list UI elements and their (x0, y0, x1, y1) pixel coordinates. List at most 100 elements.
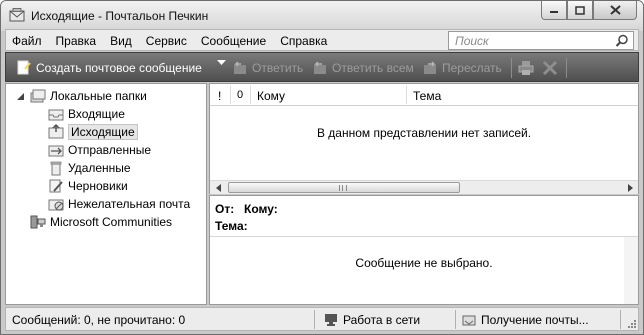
maximize-icon (575, 5, 585, 15)
column-attachment[interactable]: 0 (237, 89, 243, 101)
mail-app-icon (9, 8, 25, 22)
folder-communities[interactable]: Microsoft Communities (30, 213, 172, 231)
create-message-button[interactable]: Создать почтовое сообщение (16, 60, 202, 76)
menu-view[interactable]: Вид (110, 34, 132, 48)
folder-deleted[interactable]: Удаленные (48, 159, 131, 177)
scrollbar-grip (339, 185, 347, 191)
delete-button[interactable] (542, 60, 562, 76)
toolbar-separator (511, 58, 512, 78)
folder-label: Входящие (68, 107, 125, 121)
status-bar: Сообщений: 0, не прочитано: 0 Работа в с… (5, 307, 639, 331)
connection-status[interactable]: Работа в сети (324, 313, 420, 327)
forward-button[interactable]: Переслать (422, 60, 502, 76)
column-priority[interactable]: ! (218, 89, 221, 103)
menu-edit[interactable]: Правка (56, 34, 97, 48)
menu-bar: Файл Правка Вид Сервис Сообщение Справка… (5, 29, 639, 51)
new-message-icon (17, 60, 31, 75)
scroll-right-button[interactable] (622, 181, 638, 194)
message-count: Сообщений: 0, не прочитано: 0 (12, 313, 186, 327)
from-label: От: (215, 202, 235, 216)
maximize-button[interactable] (567, 1, 593, 20)
reply-icon (234, 61, 246, 74)
collapse-icon[interactable] (16, 92, 25, 101)
print-button[interactable] (518, 60, 538, 76)
printer-icon (518, 61, 534, 75)
sent-icon (48, 145, 64, 157)
minimize-button[interactable] (541, 1, 567, 20)
list-header: ! 0 Кому Тема (210, 84, 638, 106)
minimize-icon (550, 11, 558, 13)
folder-label: Черновики (68, 179, 128, 193)
chevron-right-icon (627, 183, 633, 192)
folder-label: Нежелательная почта (68, 197, 191, 211)
folder-outbox[interactable]: Исходящие (48, 123, 138, 141)
toolbar: Создать почтовое сообщение Ответить Отве… (5, 52, 639, 82)
folder-label: Удаленные (68, 161, 131, 175)
folder-local[interactable]: Локальные папки (30, 87, 147, 105)
local-folders-icon (30, 89, 46, 103)
drafts-icon (49, 179, 63, 193)
reply-label: Ответить (252, 61, 304, 75)
to-label: Кому: (244, 202, 278, 216)
reply-all-icon (314, 61, 326, 74)
column-subject[interactable]: Тема (413, 89, 441, 103)
delete-icon (542, 60, 558, 76)
create-message-label: Создать почтовое сообщение (36, 61, 202, 75)
search-icon[interactable] (615, 34, 629, 48)
folder-inbox[interactable]: Входящие (48, 105, 125, 123)
junk-icon (48, 199, 64, 211)
window-title: Исходящие - Почтальон Печкин (31, 9, 209, 23)
forward-label: Переслать (442, 61, 502, 75)
search-input[interactable]: Поиск (448, 31, 634, 50)
menu-message[interactable]: Сообщение (201, 34, 266, 48)
title-bar[interactable]: Исходящие - Почтальон Печкин (1, 1, 643, 31)
status-divider (620, 310, 621, 329)
menu-tools[interactable]: Сервис (146, 34, 187, 48)
column-divider[interactable] (230, 86, 231, 104)
inbox-icon (48, 109, 64, 121)
preview-pane: От: Кому: Тема: Сообщение не выбрано. (209, 195, 639, 305)
folder-drafts[interactable]: Черновики (48, 177, 128, 195)
folder-pane: Локальные папки Входящие Исходящие Отпра… (5, 83, 207, 305)
message-list: ! 0 Кому Тема В данном представлении нет… (209, 83, 639, 194)
close-icon (609, 5, 621, 15)
subject-label: Тема: (215, 219, 248, 233)
forward-icon (424, 61, 436, 74)
scroll-left-button[interactable] (210, 181, 226, 194)
outbox-icon (48, 124, 64, 139)
close-button[interactable] (593, 1, 637, 20)
folder-label-selected: Исходящие (68, 124, 138, 140)
preview-header: От: Кому: Тема: (210, 196, 638, 237)
folder-label: Локальные папки (50, 89, 147, 103)
chevron-down-icon (217, 60, 226, 65)
chevron-left-icon (215, 183, 221, 192)
empty-list-message: В данном представлении нет записей. (316, 126, 532, 140)
receiving-status: Получение почты... (462, 313, 589, 327)
search-placeholder: Поиск (455, 34, 489, 48)
receiving-label: Получение почты... (481, 313, 589, 327)
folder-junk[interactable]: Нежелательная почта (48, 195, 190, 213)
reply-all-button[interactable]: Ответить всем (312, 60, 414, 76)
column-to[interactable]: Кому (257, 89, 285, 103)
no-message-selected: Сообщение не выбрано. (355, 256, 493, 270)
scrollbar-thumb[interactable] (228, 182, 460, 193)
communities-icon (30, 215, 46, 229)
horizontal-scrollbar[interactable] (210, 180, 638, 194)
menu-help[interactable]: Справка (280, 34, 327, 48)
mail-window: Исходящие - Почтальон Печкин Файл Правка… (0, 0, 644, 335)
preview-scrollbar[interactable] (624, 237, 638, 304)
reply-all-label: Ответить всем (332, 61, 414, 75)
status-divider (314, 310, 315, 329)
column-divider[interactable] (406, 86, 407, 104)
connection-label: Работа в сети (343, 313, 421, 327)
toolbar-separator (566, 58, 567, 78)
column-divider[interactable] (250, 86, 251, 104)
menu-file[interactable]: Файл (12, 34, 42, 48)
folder-sent[interactable]: Отправленные (48, 141, 151, 159)
folder-label: Microsoft Communities (50, 215, 173, 229)
window-controls (541, 1, 637, 21)
resize-grip-icon[interactable] (626, 318, 636, 328)
receive-mail-icon (462, 315, 476, 326)
reply-button[interactable]: Ответить (232, 60, 303, 76)
create-dropdown-button[interactable] (217, 60, 226, 66)
